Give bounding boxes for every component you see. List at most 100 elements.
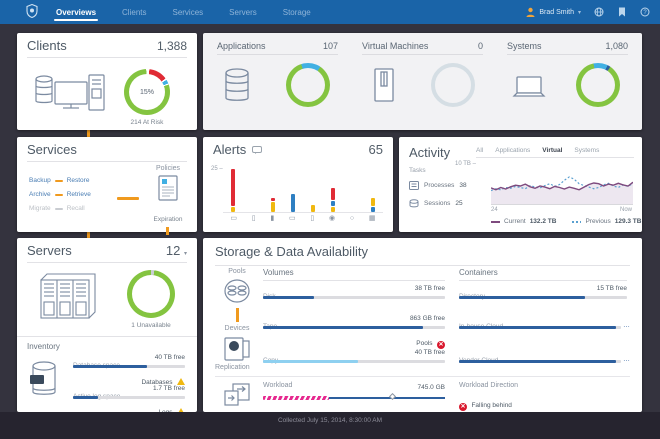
pools-error-row[interactable]: Pools ✕ [263,332,445,350]
replication-icon[interactable] [223,382,251,408]
processes-icon [409,181,419,190]
devices-icon[interactable] [223,335,251,363]
disk-free: 38 TB free [414,285,445,292]
disk-row: Disk 38 TB free [263,285,445,303]
activity-title: Activity [409,145,451,160]
inhouse-cloud-bar [459,326,621,329]
top-navbar: Overviews Clients Services Servers Stora… [0,0,660,24]
virtual-machines-label: Virtual Machines [362,41,429,51]
server-icon: ▮ [270,215,275,222]
directory-bar [459,296,627,299]
tab-applications[interactable]: Applications [495,147,530,154]
workload-value: 745.0 GB [417,384,445,391]
disk-icon: ○ [349,215,355,222]
alert-bar [331,188,335,212]
user-menu[interactable]: Brad Smith ▾ [526,7,581,17]
nav-item-overviews[interactable]: Overviews [54,2,99,23]
virtual-machines-donut [431,63,475,107]
client-types-card: Applications 107 Virtual Machines 0 Syst… [203,33,642,130]
service-from: Archive [29,191,51,198]
legend-current-value: 132.2 TB [529,218,557,225]
vendor-cloud-row: Vendor Cloud [459,349,627,367]
tab-systems[interactable]: Systems [574,147,599,154]
nav-item-services[interactable]: Services [170,2,205,23]
tape-row: Tape 863 GB free [263,315,445,333]
tab-all[interactable]: All [476,147,483,154]
copy-row: Copy 40 TB free [263,349,445,367]
systems-section[interactable]: Systems 1,080 [507,41,628,124]
inventory-title: Inventory [27,342,60,351]
error-icon: ✕ [437,340,445,349]
servers-card[interactable]: Servers 12 ▾ 1 Unavailable Inventory 40 … [17,238,197,416]
error-icon: ✕ [459,402,467,411]
footer-bar: Collected July 15, 2014, 8:30:00 AM [0,412,660,439]
systems-label: Systems [507,41,542,51]
clients-card[interactable]: Clients 1,388 15% 214 At Risk [17,33,197,130]
nav-item-storage[interactable]: Storage [281,2,313,23]
servers-unavailable-label: 1 Unavailable [131,322,171,329]
globe-icon[interactable] [593,7,604,18]
service-pair-migrate: Migrate Recall [29,205,91,212]
tab-virtual[interactable]: Virtual [542,147,562,154]
copy-free: 40 TB free [414,349,445,356]
alerts-title: Alerts [213,142,247,157]
chevron-down-icon: ▾ [577,9,581,16]
devices-label: Devices [224,325,250,332]
workload-remaining-segment [328,397,445,399]
sessions-icon [409,199,419,208]
tasks-label: Tasks [409,167,426,174]
vm-host-icon [372,67,396,103]
clients-title: Clients [27,38,67,53]
collected-timestamp: Collected July 15, 2014, 8:30:00 AM [277,417,383,424]
alert-bar [291,193,295,212]
storage-card[interactable]: Storage & Data Availability Pools Device… [203,238,642,412]
pools-icon[interactable] [223,278,251,304]
activity-x-end: Now [619,207,632,213]
help-icon[interactable]: ? [639,7,650,18]
sessions-label: Sessions [424,200,451,207]
sessions-row[interactable]: Sessions 25 [409,199,463,208]
workload-direction-title: Workload Direction [459,382,519,389]
systems-donut [576,63,620,107]
clients-count: 1,388 [156,39,187,53]
policies-document-icon [158,175,178,201]
mac-icon: ◉ [329,215,336,222]
services-title: Services [27,142,77,157]
activity-tabs: All Applications Virtual Systems [476,147,634,158]
bookmark-icon[interactable] [616,7,627,18]
clients-risk-percent: 15% [139,88,154,96]
applications-donut [286,63,330,107]
alert-bar [311,205,315,212]
nav-item-servers[interactable]: Servers [227,2,259,23]
nas-icon: ▦ [368,215,376,222]
alerts-card[interactable]: Alerts 65 25 – ▭ ▯ ▮ ▭ ▯ ◉ ○ ▦ [203,137,393,232]
alert-bar [271,197,275,212]
database-space-free: 40 TB free [154,354,185,361]
service-to: Restore [66,177,90,184]
servers-dropdown-chevron[interactable]: ▾ [184,251,187,257]
workload-bar [263,392,445,401]
servers-title: Servers [27,243,72,258]
service-pair-backup: Backup Restore [29,177,91,184]
user-name: Brad Smith [539,8,574,16]
database-space-bar [73,365,185,368]
processes-row[interactable]: Processes 38 [409,181,467,190]
pools-error-label: Pools [416,340,433,347]
dashboard: Overviews Clients Services Servers Stora… [0,0,660,439]
pools-label: Pools [228,268,246,275]
clients-at-risk-label: 214 At Risk [130,119,164,126]
virtual-machines-section[interactable]: Virtual Machines 0 [362,41,483,124]
activity-card[interactable]: Activity All Applications Virtual System… [399,137,642,232]
service-to: Retrieve [66,191,91,198]
desktop-icon: ▭ [230,215,237,222]
activity-chart [491,176,633,205]
nav-item-clients[interactable]: Clients [120,2,148,23]
active-log-bar [73,396,185,399]
connector-services-policies [117,197,139,200]
database-space-row: Database space 40 TB free [73,354,185,372]
services-card[interactable]: Services Backup Restore Archive Retrieve… [17,137,197,235]
laptop-icon [511,75,547,99]
alert-bar [371,197,375,212]
containers-title: Containers [459,268,627,281]
applications-section[interactable]: Applications 107 [217,41,338,124]
